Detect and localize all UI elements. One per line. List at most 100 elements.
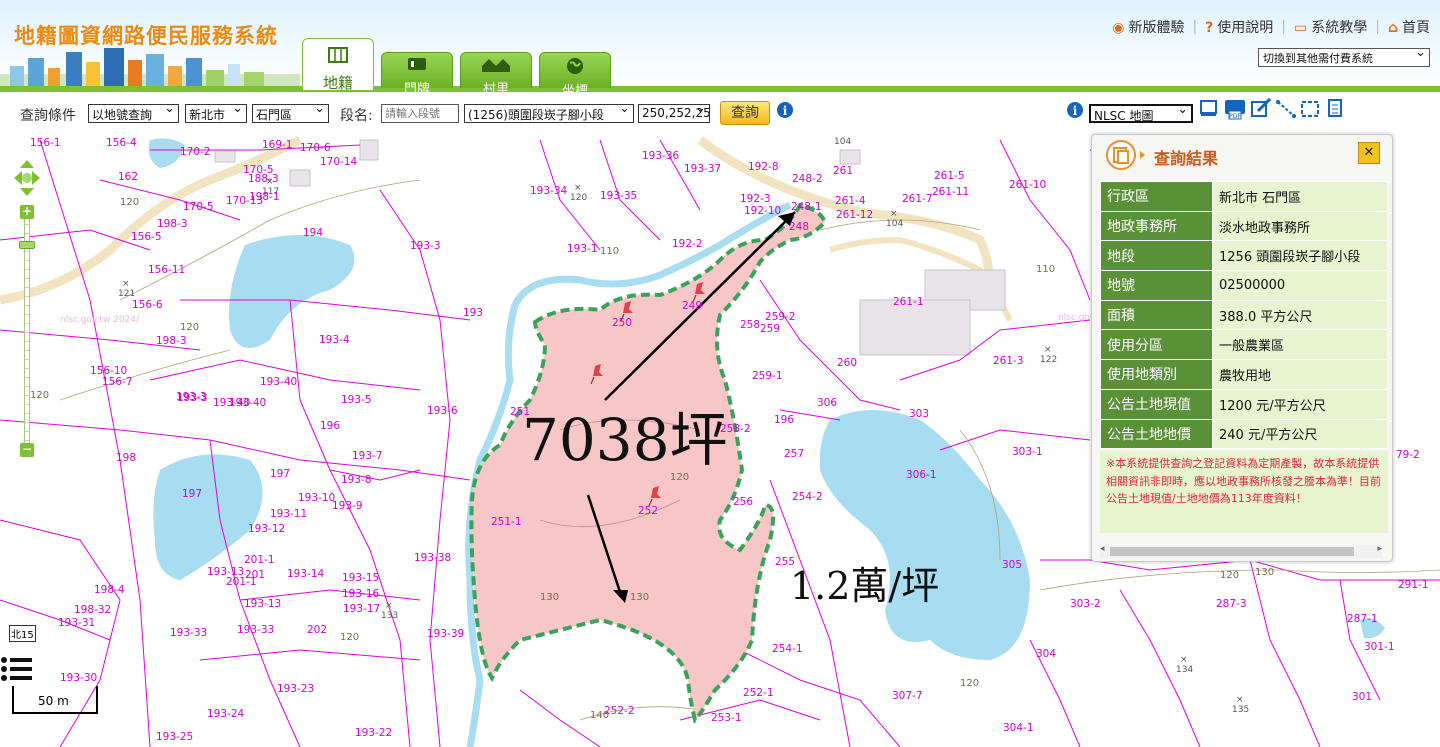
parcel-label: 304 xyxy=(1036,648,1056,660)
scroll-right-icon[interactable]: ▸ xyxy=(1377,544,1382,554)
parcel-label: 156-5 xyxy=(131,231,162,243)
table-row: 使用分區 一般農業區 xyxy=(1100,329,1388,361)
parcel-label: 193-37 xyxy=(684,163,721,175)
parcel-label: 254-2 xyxy=(792,491,823,503)
link-help[interactable]: ? 使用說明 xyxy=(1205,17,1273,37)
spot-height-marker: × xyxy=(122,279,130,289)
parcel-label: 156-6 xyxy=(132,299,163,311)
query-submit-button[interactable]: 查詢 xyxy=(720,101,770,125)
parcel-boundary xyxy=(180,299,471,321)
zoom-slider[interactable]: + − xyxy=(19,205,35,457)
measure-area-icon[interactable] xyxy=(1301,101,1319,117)
result-panel: 查詢結果 ✕ 行政區 新北市 石門區 地政事務所 淡水地政事務所 地段 1256 頭圍… xyxy=(1091,134,1393,562)
parcel-label: 193-13 xyxy=(244,598,281,610)
parcel-number-input[interactable]: 250,252,25 xyxy=(638,104,710,123)
map-toolbar: PDF xyxy=(1200,98,1342,120)
print-pdf-icon[interactable]: PDF xyxy=(1225,100,1245,120)
table-row: 行政區 新北市 石門區 xyxy=(1100,181,1388,212)
parcel-label: 252 xyxy=(638,505,658,517)
city-select[interactable]: 新北市 xyxy=(185,104,247,123)
scale-bar: 50 m xyxy=(12,686,98,716)
zoom-in-button[interactable]: + xyxy=(20,205,34,219)
parcel-label: 169-1 xyxy=(262,139,293,151)
water-lake xyxy=(819,410,1030,660)
measure-distance-icon[interactable] xyxy=(1276,100,1296,118)
link-tutorial[interactable]: ▭ 系統教學 xyxy=(1294,17,1367,37)
parcel-boundary xyxy=(999,139,1091,301)
info-icon[interactable]: i xyxy=(776,101,794,119)
parcel-label: 193-9 xyxy=(332,500,363,512)
basemap-select[interactable]: NLSC 地圖 xyxy=(1089,104,1193,123)
parcel-label: 193-14 xyxy=(287,568,325,580)
parcel-label: 248-2 xyxy=(792,173,823,185)
parcel-label: 261-4 xyxy=(835,195,866,207)
parcel-label: 301-1 xyxy=(1364,641,1395,653)
link-home[interactable]: ⌂ 首頁 xyxy=(1388,17,1430,37)
city-skyline-logo xyxy=(0,48,300,90)
parcel-boundary xyxy=(289,299,411,747)
edit-icon[interactable] xyxy=(1251,98,1272,117)
close-panel-button[interactable]: ✕ xyxy=(1358,142,1380,164)
query-condition-label: 查詢條件 xyxy=(20,108,76,124)
zoom-knob[interactable] xyxy=(19,241,35,249)
tab-address[interactable]: 門牌 xyxy=(381,52,453,92)
parcel-label: 193-12 xyxy=(248,523,285,535)
parcel-label: 304-1 xyxy=(1003,722,1034,734)
row-key: 行政區 xyxy=(1100,181,1213,212)
parcel-label: 193-33 xyxy=(237,624,274,636)
parcel-label: 259-2 xyxy=(765,311,796,323)
contour-label: 110 xyxy=(1036,264,1055,275)
parcel-label: 261-5 xyxy=(934,170,965,182)
panel-scrollbar[interactable]: ◂ ▸ xyxy=(1100,544,1382,558)
parcel-label: 259 xyxy=(760,323,780,335)
pan-control-icon[interactable] xyxy=(12,158,42,198)
contour-label: 110 xyxy=(600,246,619,257)
link-separator: | xyxy=(1281,19,1287,35)
building xyxy=(859,299,971,356)
tab-village[interactable]: 村里 xyxy=(460,52,532,92)
fullscreen-icon[interactable] xyxy=(1200,100,1217,116)
document-icon[interactable] xyxy=(1328,99,1342,117)
spot-height-label: 134 xyxy=(1176,665,1193,675)
section-code-input[interactable] xyxy=(381,104,459,123)
scrollbar-thumb[interactable] xyxy=(1110,547,1354,556)
tab-label: 坐標 xyxy=(561,84,588,92)
parcel-label: 303-2 xyxy=(1070,598,1101,610)
zoom-out-button[interactable]: − xyxy=(20,443,34,457)
parcel-label: 303 xyxy=(909,408,929,420)
zoom-track[interactable] xyxy=(24,215,30,447)
scroll-left-icon[interactable]: ◂ xyxy=(1100,544,1105,554)
parcel-label: 287-3 xyxy=(1216,598,1247,610)
query-type-select[interactable]: 以地號查詢 xyxy=(88,104,179,123)
spot-height-marker: × xyxy=(1180,655,1188,665)
parcel-label: 193-1 xyxy=(567,243,598,255)
parcel-label: 193-40 xyxy=(213,397,250,409)
row-key: 使用分區 xyxy=(1100,329,1213,361)
basemap-info-icon[interactable]: i xyxy=(1066,101,1084,119)
tab-cadastral[interactable]: 地籍 xyxy=(302,38,374,92)
spot-height-marker: × xyxy=(890,209,898,219)
parcel-label: 261-3 xyxy=(993,355,1024,367)
table-row: 地號 02500000 xyxy=(1100,270,1388,301)
parcel-label: 260 xyxy=(837,357,857,369)
parcel-label: 202 xyxy=(307,624,327,636)
table-row: 地政事務所 淡水地政事務所 xyxy=(1100,210,1388,242)
road-marker: 北15 xyxy=(9,625,36,642)
district-select[interactable]: 石門區 xyxy=(252,104,329,123)
water-pond xyxy=(229,235,355,348)
parcel-label: 193-39 xyxy=(427,628,464,640)
parcel-label: 252-1 xyxy=(743,687,774,699)
layers-list-icon[interactable] xyxy=(0,656,34,686)
tab-coordinate[interactable]: 坐標 xyxy=(539,52,611,92)
spot-height-marker: × xyxy=(1044,345,1052,355)
parcel-label: 251-1 xyxy=(491,516,522,528)
switch-system-select[interactable]: 切換到其他需付費系統 xyxy=(1258,48,1430,67)
link-new-version[interactable]: ◉ 新版體驗 xyxy=(1112,17,1184,37)
header-divider xyxy=(0,86,1440,92)
header: 地籍圖資網路便民服務系統 地籍 門牌 村里 坐標 ◉ 新版體驗 | ? 使用說明 |… xyxy=(0,0,1440,92)
parcel-label: 249 xyxy=(682,300,702,312)
contour-label: 130 xyxy=(630,592,649,603)
section-select[interactable]: (1256)頭圍段崁子腳小段 xyxy=(464,104,634,123)
result-panel-title: 查詢結果 xyxy=(1154,149,1219,168)
parcel-label: 193-17 xyxy=(343,603,380,615)
